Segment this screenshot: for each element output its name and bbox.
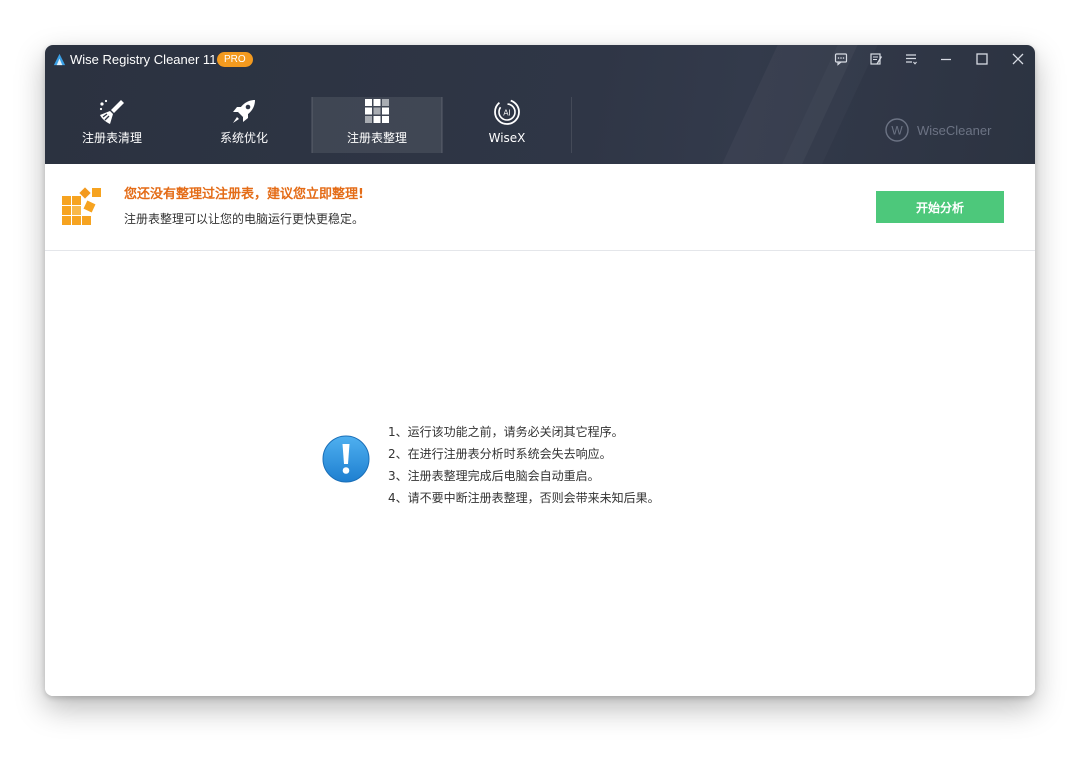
maximize-button[interactable]	[969, 48, 995, 70]
menu-icon	[906, 54, 917, 65]
main-nav: 注册表清理 系统优化 注册表整理 AI WiseX	[45, 97, 605, 153]
notice-title: 您还没有整理过注册表，建议您立即整理!	[124, 187, 364, 202]
maximize-icon	[976, 53, 988, 65]
nav-tab-label: WiseX	[488, 131, 526, 145]
nav-tab-label: 系统优化	[219, 131, 268, 145]
notice-panel: 您还没有整理过注册表，建议您立即整理! 注册表整理可以让您的电脑运行更快更稳定。…	[45, 164, 1035, 251]
nav-tab-label: 注册表清理	[81, 131, 142, 145]
brand-name: WiseCleaner	[917, 122, 992, 138]
nav-tab-system-optimize[interactable]: 系统优化	[180, 97, 308, 153]
registry-blocks-icon	[62, 187, 101, 225]
broom-icon	[99, 99, 124, 124]
minimize-icon	[941, 58, 951, 61]
ai-swirl-icon: AI	[494, 99, 520, 125]
nav-divider	[571, 97, 572, 153]
close-button[interactable]	[1005, 48, 1031, 70]
svg-text:W: W	[891, 124, 903, 138]
title-bar[interactable]: Wise Registry Cleaner 11 PRO	[45, 45, 1035, 75]
start-analysis-button[interactable]: 开始分析	[876, 191, 1004, 223]
tip-item: 2、在进行注册表分析时系统会失去响应。	[388, 447, 612, 461]
tips-list: 1、运行该功能之前，请务必关闭其它程序。 2、在进行注册表分析时系统会失去响应。…	[388, 421, 660, 509]
edit-notes-icon	[870, 53, 883, 65]
close-icon	[1012, 53, 1024, 65]
feedback-icon	[834, 53, 848, 66]
notice-subtitle: 注册表整理可以让您的电脑运行更快更稳定。	[124, 212, 365, 226]
nav-tab-label: 注册表整理	[346, 131, 407, 145]
app-window: Wise Registry Cleaner 11 PRO 注册表清理 系统优化 …	[45, 45, 1035, 696]
nav-tab-registry-defrag[interactable]: 注册表整理	[312, 97, 442, 153]
info-exclamation-icon	[322, 435, 370, 483]
pro-badge: PRO	[217, 52, 253, 67]
minimize-button[interactable]	[933, 48, 959, 70]
rocket-icon	[233, 100, 255, 123]
nav-tab-wisex[interactable]: AI WiseX	[443, 97, 571, 153]
edit-notes-button[interactable]	[863, 48, 889, 70]
menu-button[interactable]	[898, 48, 924, 70]
svg-text:AI: AI	[503, 109, 511, 118]
nav-tab-registry-clean[interactable]: 注册表清理	[48, 97, 176, 153]
grid-blocks-icon	[365, 99, 389, 123]
app-logo-icon	[53, 53, 66, 66]
header: Wise Registry Cleaner 11 PRO 注册表清理 系统优化 …	[45, 45, 1035, 164]
wisecleaner-logo-icon: W	[885, 118, 909, 142]
main-content: 1、运行该功能之前，请务必关闭其它程序。 2、在进行注册表分析时系统会失去响应。…	[45, 251, 1035, 696]
feedback-button[interactable]	[828, 48, 854, 70]
tip-item: 4、请不要中断注册表整理，否则会带来未知后果。	[388, 491, 660, 505]
tip-item: 3、注册表整理完成后电脑会自动重启。	[388, 469, 600, 483]
window-title: Wise Registry Cleaner 11	[70, 52, 217, 67]
brand-logo[interactable]: W WiseCleaner	[883, 117, 991, 143]
tip-item: 1、运行该功能之前，请务必关闭其它程序。	[388, 425, 624, 439]
